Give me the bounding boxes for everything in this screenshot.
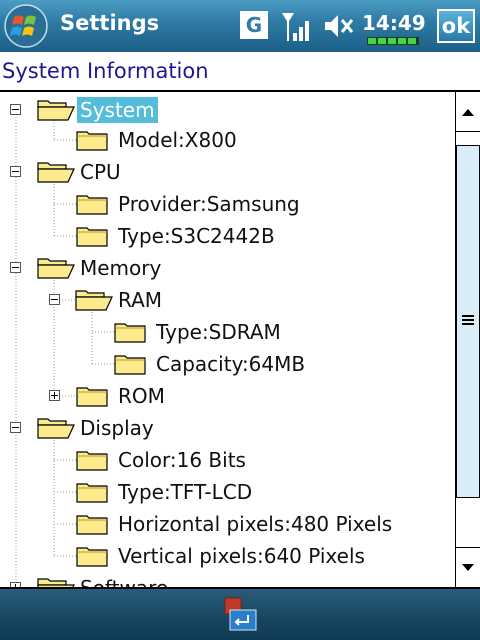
- collapse-toggle[interactable]: [10, 104, 21, 115]
- collapse-toggle[interactable]: [10, 422, 21, 433]
- signal-strength-icon[interactable]: [280, 9, 314, 43]
- scroll-up-button[interactable]: [456, 92, 480, 132]
- collapse-toggle[interactable]: [49, 294, 60, 305]
- folder-icon: [76, 513, 108, 535]
- folder-icon: [76, 225, 108, 247]
- tree-item-label: Memory: [80, 256, 162, 280]
- keyboard-input-icon[interactable]: [224, 597, 258, 633]
- tree-item-ram-type[interactable]: Type:SDRAM: [0, 316, 453, 348]
- folder-icon: [76, 545, 108, 567]
- folder-open-icon: [37, 577, 77, 587]
- title-bar: Settings G 14:49 ok: [0, 0, 480, 52]
- arrow-up-icon: [462, 109, 474, 116]
- tree-item-label: Provider:Samsung: [118, 192, 300, 216]
- folder-icon: [114, 321, 146, 343]
- app-title: Settings: [60, 11, 160, 35]
- tree-item-label: RAM: [118, 288, 163, 312]
- tree-item-provider[interactable]: Provider:Samsung: [0, 188, 453, 220]
- menu-bar: [0, 587, 480, 640]
- tree-item-software[interactable]: Software: [0, 572, 453, 587]
- folder-icon: [76, 385, 108, 407]
- tree-item-label: Capacity:64MB: [156, 352, 306, 376]
- vertical-scrollbar[interactable]: [455, 92, 480, 587]
- tree-item-display-type[interactable]: Type:TFT-LCD: [0, 476, 453, 508]
- tree-item-label: Vertical pixels:640 Pixels: [118, 544, 365, 568]
- folder-icon: [76, 129, 108, 151]
- folder-icon: [76, 193, 108, 215]
- folder-open-icon: [37, 161, 77, 183]
- folder-icon: [114, 353, 146, 375]
- folder-open-icon: [37, 417, 77, 439]
- clock[interactable]: 14:49: [362, 11, 426, 35]
- folder-icon: [76, 449, 108, 471]
- tree-item-label: Display: [80, 416, 154, 440]
- windows-start-icon[interactable]: [2, 3, 50, 49]
- tree-item-ram[interactable]: RAM: [0, 284, 453, 316]
- tree-item-system[interactable]: System: [0, 94, 453, 126]
- folder-icon: [76, 481, 108, 503]
- scroll-thumb[interactable]: [456, 145, 480, 498]
- tree-item-ram-capacity[interactable]: Capacity:64MB: [0, 348, 453, 380]
- collapse-toggle[interactable]: [10, 166, 21, 177]
- page-title: System Information: [2, 59, 209, 83]
- volume-muted-icon[interactable]: [322, 10, 354, 42]
- tree-item-cpu[interactable]: CPU: [0, 156, 453, 188]
- arrow-down-icon: [462, 564, 474, 571]
- ok-button[interactable]: ok: [437, 9, 475, 43]
- tree-item-label: Model:X800: [118, 128, 237, 152]
- tree-item-label: Software: [77, 575, 171, 587]
- tree-item-label: Horizontal pixels:480 Pixels: [118, 512, 393, 536]
- battery-icon: [367, 37, 419, 45]
- tree-item-label: Color:16 Bits: [118, 448, 246, 472]
- tree-item-memory[interactable]: Memory: [0, 252, 453, 284]
- tree-item-label: Type:TFT-LCD: [118, 480, 253, 504]
- tree-item-horizontal-pixels[interactable]: Horizontal pixels:480 Pixels: [0, 508, 453, 540]
- tree-item-label: Type:S3C2442B: [118, 224, 275, 248]
- gprs-icon[interactable]: G: [240, 11, 268, 39]
- folder-open-icon: [37, 257, 77, 279]
- tree-item-display[interactable]: Display: [0, 412, 453, 444]
- tree-item-cpu-type[interactable]: Type:S3C2442B: [0, 220, 453, 252]
- tree-item-label: System: [77, 97, 158, 123]
- tree-view[interactable]: System Model:X800 CPU Provider:Samsung T…: [0, 92, 453, 587]
- tree-item-label: CPU: [80, 160, 121, 184]
- scroll-down-button[interactable]: [456, 547, 480, 587]
- tree-item-rom[interactable]: ROM: [0, 380, 453, 412]
- expand-toggle[interactable]: [49, 390, 60, 401]
- grip-icon: [462, 315, 474, 325]
- tree-item-vertical-pixels[interactable]: Vertical pixels:640 Pixels: [0, 540, 453, 572]
- folder-open-icon: [37, 99, 77, 121]
- folder-open-icon: [75, 289, 115, 311]
- tree-item-color[interactable]: Color:16 Bits: [0, 444, 453, 476]
- tree-item-model[interactable]: Model:X800: [0, 124, 453, 156]
- collapse-toggle[interactable]: [10, 262, 21, 273]
- tree-item-label: ROM: [118, 384, 165, 408]
- tree-item-label: Type:SDRAM: [156, 320, 281, 344]
